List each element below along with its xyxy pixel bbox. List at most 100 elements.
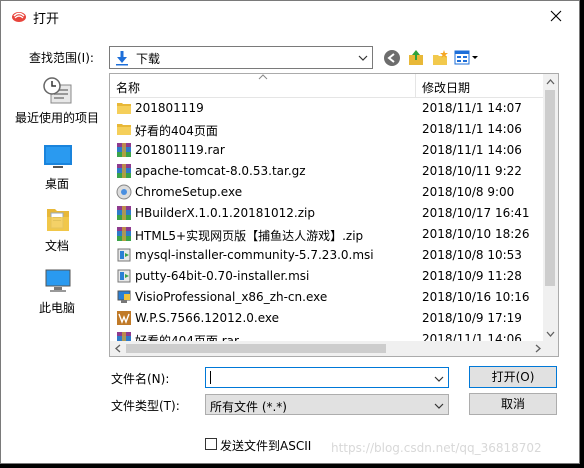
rar-file-icon [116,226,132,242]
file-name: 201801119.rar [135,143,225,157]
file-row[interactable]: mysql-installer-community-5.7.23.0.msi 20… [110,245,544,266]
filename-input[interactable] [205,367,449,388]
close-icon [550,10,562,22]
file-row[interactable]: putty-64bit-0.70-installer.msi 2018/10/9 … [110,266,544,287]
exe-file-icon [116,184,132,200]
file-date: 2018/10/8 9:00 [422,185,515,199]
file-date: 2018/10/10 18:26 [422,227,530,241]
file-row[interactable]: 201801119 2018/11/1 14:07 [110,98,544,119]
close-button[interactable] [533,1,579,31]
file-name: 201801119 [135,101,204,115]
file-row[interactable]: ChromeSetup.exe 2018/10/8 9:00 [110,182,544,203]
place-documents[interactable]: 文档 [9,205,105,263]
file-list[interactable]: 名称 修改日期 201801119 2018/11/1 14:07 好看的404页面… [109,73,559,357]
file-date: 2018/11/1 14:06 [422,122,522,136]
folder-file-icon [116,100,132,116]
file-name: putty-64bit-0.70-installer.msi [135,269,310,283]
vertical-scroll-thumb[interactable] [545,90,555,286]
scroll-left-icon[interactable] [114,344,122,353]
place-label: 最近使用的项目 [14,111,99,125]
file-date: 2018/10/9 11:28 [422,269,522,283]
rar-file-icon [116,142,132,158]
msi-file-icon [116,268,132,284]
scroll-right-icon[interactable] [534,344,542,353]
column-date-header[interactable]: 修改日期 [422,79,470,96]
file-name: HBuilderX.1.0.1.20181012.zip [135,206,315,220]
rar-file-icon [116,205,132,221]
filetype-dropdown[interactable]: 所有文件 (*.*) [205,394,449,415]
file-row[interactable]: 好看的404页面 2018/11/1 14:06 [110,119,544,140]
file-row[interactable]: apache-tomcat-8.0.53.tar.gz 2018/10/11 9:… [110,161,544,182]
file-row[interactable]: HBuilderX.1.0.1.20181012.zip 2018/10/17 1… [110,203,544,224]
open-dialog: 打开 查找范围(I): 下载 最近使用的项目 桌面 文档 此电脑 名称 修改日期… [0,0,580,464]
documents-icon [47,209,69,231]
open-button-label: 打开(O) [491,370,535,384]
place-label: 此电脑 [38,301,75,315]
file-name: apache-tomcat-8.0.53.tar.gz [135,164,306,178]
file-date: 2018/10/8 10:53 [422,248,522,262]
place-label: 文档 [44,239,69,253]
ascii-checkbox[interactable] [205,438,217,450]
file-name: ChromeSetup.exe [135,185,243,199]
filetype-label: 文件类型(T): [111,399,180,413]
up-folder-icon[interactable] [407,49,425,67]
file-row[interactable]: HTML5+实现网页版【捕鱼达人游戏】.zip 2018/10/10 18:26 [110,224,544,245]
file-date: 2018/10/16 10:16 [422,290,530,304]
place-recent[interactable]: 最近使用的项目 [9,77,105,135]
rar-file-icon [116,163,132,179]
app-swirl-icon [12,12,26,22]
recent-items-icon [43,77,72,104]
cancel-button-label: 取消 [500,397,525,411]
place-desktop[interactable]: 桌面 [9,143,105,201]
file-date: 2018/10/9 17:19 [422,311,522,325]
new-folder-icon[interactable] [431,49,449,67]
sort-ascending-icon [258,74,268,80]
chevron-down-icon [434,403,444,409]
file-name: VisioProfessional_x86_zh-cn.exe [135,290,328,304]
file-date: 2018/11/1 14:07 [422,101,522,115]
text-caret [210,371,211,384]
desktop-icon [44,145,72,168]
file-name: W.P.S.7566.12012.0.exe [135,311,279,325]
place-this-pc[interactable]: 此电脑 [9,267,105,325]
filetype-value: 所有文件 (*.*) [210,400,287,414]
column-name-header[interactable]: 名称 [116,79,140,96]
column-header: 名称 修改日期 [110,74,544,98]
wps-file-icon [116,310,132,326]
file-name: HTML5+实现网页版【捕鱼达人游戏】.zip [135,229,364,243]
places-bar: 最近使用的项目 桌面 文档 此电脑 [9,77,105,349]
file-row[interactable]: VisioProfessional_x86_zh-cn.exe 2018/10/1… [110,287,544,308]
open-button[interactable]: 打开(O) [469,366,557,388]
msi-file-icon [116,247,132,263]
ascii-label: 发送文件到ASCII [220,439,312,453]
window-title: 打开 [33,12,60,27]
cancel-button[interactable]: 取消 [469,393,557,415]
filename-label: 文件名(N): [111,372,170,386]
download-arrow-icon [116,51,128,66]
back-icon[interactable] [383,49,401,67]
horizontal-scroll-thumb[interactable] [126,344,386,353]
file-row[interactable]: W.P.S.7566.12012.0.exe 2018/10/9 17:19 [110,308,544,329]
place-label: 桌面 [44,177,69,191]
scroll-down-icon[interactable] [546,330,555,338]
horizontal-scrollbar[interactable] [110,341,558,356]
look-in-label: 查找范围(I): [29,51,94,65]
scroll-up-icon[interactable] [546,78,555,86]
file-name: 好看的404页面 [135,124,218,138]
setup-file-icon [116,289,132,305]
watermark-text: https://blog.csdn.net/qq_36818702 [331,441,542,455]
look-in-value: 下载 [136,52,161,66]
column-separator[interactable] [415,74,416,98]
file-date: 2018/10/17 16:41 [422,206,530,220]
chevron-down-icon[interactable] [434,374,444,384]
chevron-down-icon [358,55,368,61]
this-pc-icon [45,269,71,292]
folder-file-icon [116,121,132,137]
file-date: 2018/10/11 9:22 [422,164,522,178]
file-row[interactable]: 201801119.rar 2018/11/1 14:06 [110,140,544,161]
vertical-scrollbar[interactable] [543,74,558,342]
file-date: 2018/11/1 14:06 [422,143,522,157]
look-in-dropdown[interactable]: 下载 [109,46,373,69]
file-rows: 201801119 2018/11/1 14:07 好看的404页面 2018/11/… [110,98,544,350]
view-menu-icon[interactable] [454,49,480,67]
